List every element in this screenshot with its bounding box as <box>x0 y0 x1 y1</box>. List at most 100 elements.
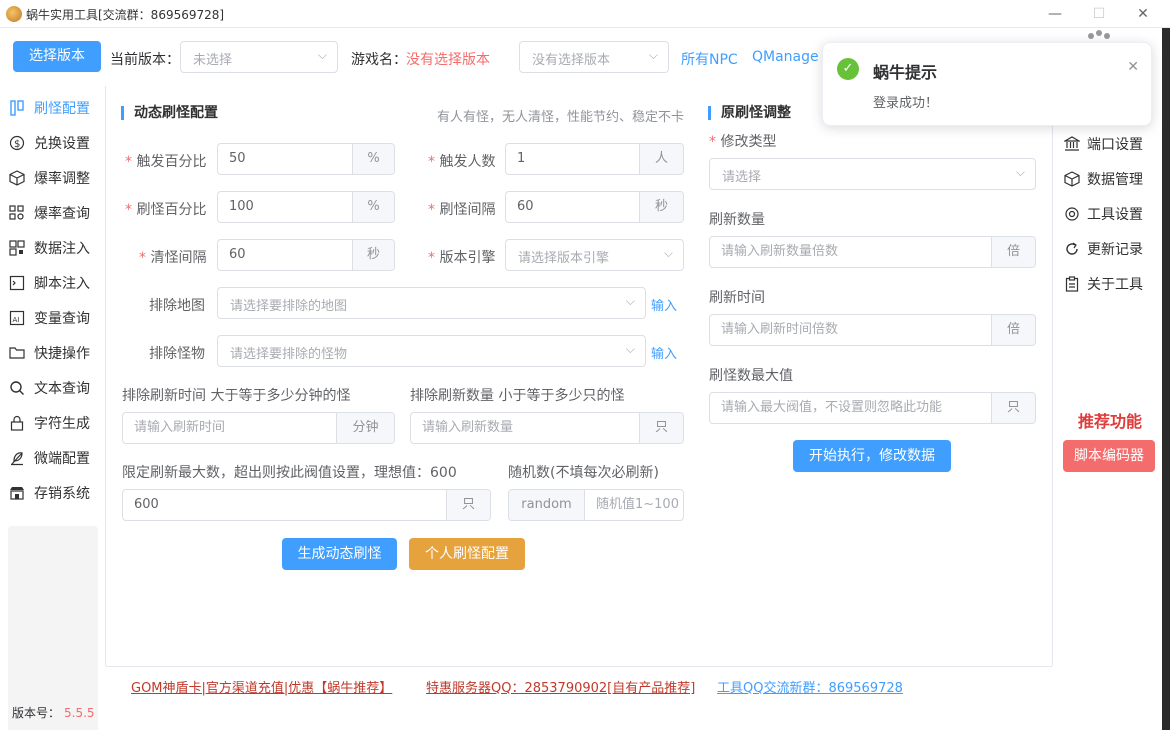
generate-dynamic-spawn-button[interactable]: 生成动态刷怪 <box>282 538 397 570</box>
exclude-map-label: 排除地图 <box>149 298 205 314</box>
svg-text:$: $ <box>14 139 20 150</box>
all-npc-link[interactable]: 所有NPC <box>681 49 738 69</box>
sidebar-item-drop-rate-adjust[interactable]: 爆率调整 <box>8 165 104 191</box>
refresh-time-placeholder[interactable]: 请输入刷新时间倍数 <box>710 315 991 345</box>
random-input[interactable]: random 随机值1~100 <box>508 489 684 521</box>
count-suffix: 只 <box>991 393 1035 423</box>
count-suffix: 只 <box>639 413 683 443</box>
sidebar-item-variable-query[interactable]: AI 变量查询 <box>8 305 104 331</box>
select-version-button[interactable]: 选择版本 <box>13 41 101 72</box>
sidebar-item-data-inject[interactable]: 数据注入 <box>8 235 104 261</box>
max-spawn-placeholder[interactable]: 请输入最大阀值，不设置则忽略此功能 <box>710 393 991 423</box>
limit-value[interactable]: 600 <box>123 490 446 520</box>
multiplier-suffix: 倍 <box>991 315 1035 345</box>
chevron-down-icon: ⌵ <box>663 246 673 260</box>
current-version-select[interactable]: 未选择 ⌵ <box>180 41 338 73</box>
right-sidebar: 端口设置 数据管理 工具设置 更新记录 关于工具 <box>1052 86 1170 666</box>
trigger-percent-value[interactable]: 50 <box>218 144 352 174</box>
sidebar-item-label: 关于工具 <box>1087 277 1143 293</box>
sidebar-placeholder-panel <box>8 526 98 730</box>
sidebar-item-tool-settings[interactable]: 工具设置 <box>1063 201 1167 227</box>
trigger-people-input[interactable]: 1 人 <box>505 143 684 175</box>
sidebar-item-data-manage[interactable]: 数据管理 <box>1063 166 1167 192</box>
sidebar-item-spawn-config[interactable]: 刷怪配置 <box>8 95 104 121</box>
exclude-map-placeholder: 请选择要排除的地图 <box>230 299 348 314</box>
personal-spawn-config-button[interactable]: 个人刷怪配置 <box>409 538 525 570</box>
script-editor-button[interactable]: 脚本编码器 <box>1063 440 1155 472</box>
close-icon[interactable]: ✕ <box>1128 4 1158 24</box>
spawn-percent-input[interactable]: 100 % <box>217 191 395 223</box>
engine-label: * 版本引擎 <box>428 250 496 266</box>
exclude-count-placeholder[interactable]: 请输入刷新数量 <box>411 413 639 443</box>
sidebar-item-port-settings[interactable]: 端口设置 <box>1063 131 1167 157</box>
script-icon <box>8 274 26 292</box>
maximize-icon[interactable]: ☐ <box>1084 4 1114 24</box>
exclude-map-input-link[interactable]: 输入 <box>651 295 677 314</box>
minimize-icon[interactable]: — <box>1040 4 1070 24</box>
exclude-map-select[interactable]: 请选择要排除的地图 ⌵ <box>217 287 646 319</box>
refresh-count-input[interactable]: 请输入刷新数量倍数 倍 <box>709 236 1036 268</box>
spawn-percent-label: * 刷怪百分比 <box>125 202 207 218</box>
trigger-percent-input[interactable]: 50 % <box>217 143 395 175</box>
sidebar-item-label: 文本查询 <box>34 381 90 397</box>
title-bar: 蜗牛实用工具[交流群：869569728] — ☐ ✕ <box>0 0 1170 28</box>
limit-input[interactable]: 600 只 <box>122 489 491 521</box>
percent-suffix: % <box>352 144 394 174</box>
spawn-percent-value[interactable]: 100 <box>218 192 352 222</box>
game-name-value: 没有选择版本 <box>406 52 490 68</box>
refresh-count-placeholder[interactable]: 请输入刷新数量倍数 <box>710 237 991 267</box>
exclude-time-input[interactable]: 请输入刷新时间 分钟 <box>122 412 395 444</box>
sidebar-item-drop-rate-query[interactable]: 爆率查询 <box>8 200 104 226</box>
max-spawn-input[interactable]: 请输入最大阀值，不设置则忽略此功能 只 <box>709 392 1036 424</box>
grid-search-icon <box>8 204 26 222</box>
footer-link-server-qq[interactable]: 特惠服务器QQ：2853790902[自有产品推荐] <box>426 677 695 696</box>
chevron-down-icon: ⌵ <box>1015 165 1025 179</box>
sidebar-item-text-query[interactable]: 文本查询 <box>8 375 104 401</box>
clear-interval-input[interactable]: 60 秒 <box>217 239 395 271</box>
sidebar-item-label: 兑换设置 <box>34 136 90 152</box>
exclude-monster-input-link[interactable]: 输入 <box>651 343 677 362</box>
exclude-count-input[interactable]: 请输入刷新数量 只 <box>410 412 684 444</box>
random-placeholder[interactable]: 随机值1~100 <box>585 490 683 520</box>
modify-type-select[interactable]: 请选择 ⌵ <box>709 158 1036 190</box>
seconds-suffix: 秒 <box>352 240 394 270</box>
sidebar-item-micro-client[interactable]: 微端配置 <box>8 445 104 471</box>
close-icon[interactable]: ✕ <box>1127 59 1139 75</box>
trigger-people-value[interactable]: 1 <box>506 144 639 174</box>
app-logo-icon <box>6 6 22 22</box>
qr-icon <box>8 239 26 257</box>
engine-select[interactable]: 请选择版本引擎 ⌵ <box>505 239 684 271</box>
version-select-placeholder: 没有选择版本 <box>532 53 611 68</box>
qmanage-link[interactable]: QManage <box>752 49 819 65</box>
variable-icon: AI <box>8 309 26 327</box>
footer-link-tool-qq-group[interactable]: 工具QQ交流新群：869569728 <box>717 677 903 696</box>
version-label: 版本号： <box>12 706 61 720</box>
refresh-time-input[interactable]: 请输入刷新时间倍数 倍 <box>709 314 1036 346</box>
sidebar-item-label: 更新记录 <box>1087 242 1143 258</box>
modify-type-placeholder: 请选择 <box>722 170 762 185</box>
chevron-down-icon: ⌵ <box>648 48 658 62</box>
spawn-interval-value[interactable]: 60 <box>506 192 639 222</box>
sidebar-item-exchange[interactable]: $ 兑换设置 <box>8 130 104 156</box>
sidebar-item-inventory[interactable]: 存销系统 <box>8 480 104 506</box>
box-icon <box>1063 170 1081 188</box>
sidebar-item-script-inject[interactable]: 脚本注入 <box>8 270 104 296</box>
sidebar-item-changelog[interactable]: 更新记录 <box>1063 236 1167 262</box>
exclude-monster-select[interactable]: 请选择要排除的怪物 ⌵ <box>217 335 646 367</box>
execute-modify-button[interactable]: 开始执行，修改数据 <box>793 440 951 472</box>
store-icon <box>8 484 26 502</box>
search-icon <box>8 379 26 397</box>
spawn-interval-input[interactable]: 60 秒 <box>505 191 684 223</box>
version-select[interactable]: 没有选择版本 ⌵ <box>519 41 669 73</box>
sidebar-item-quick-ops[interactable]: 快捷操作 <box>8 340 104 366</box>
clear-interval-value[interactable]: 60 <box>218 240 352 270</box>
random-prefix: random <box>509 490 585 520</box>
exclude-time-placeholder[interactable]: 请输入刷新时间 <box>123 413 336 443</box>
sidebar-item-char-gen[interactable]: 字符生成 <box>8 410 104 436</box>
sidebar-item-label: 微端配置 <box>34 451 90 467</box>
sidebar-item-label: 脚本注入 <box>34 276 90 292</box>
sidebar-item-about[interactable]: 关于工具 <box>1063 271 1167 297</box>
footer-link-gom[interactable]: GOM神盾卡|官方渠道充值|优惠【蜗牛推荐】 <box>131 677 392 696</box>
gear-icon <box>1063 205 1081 223</box>
check-circle-icon: ✓ <box>837 58 859 80</box>
